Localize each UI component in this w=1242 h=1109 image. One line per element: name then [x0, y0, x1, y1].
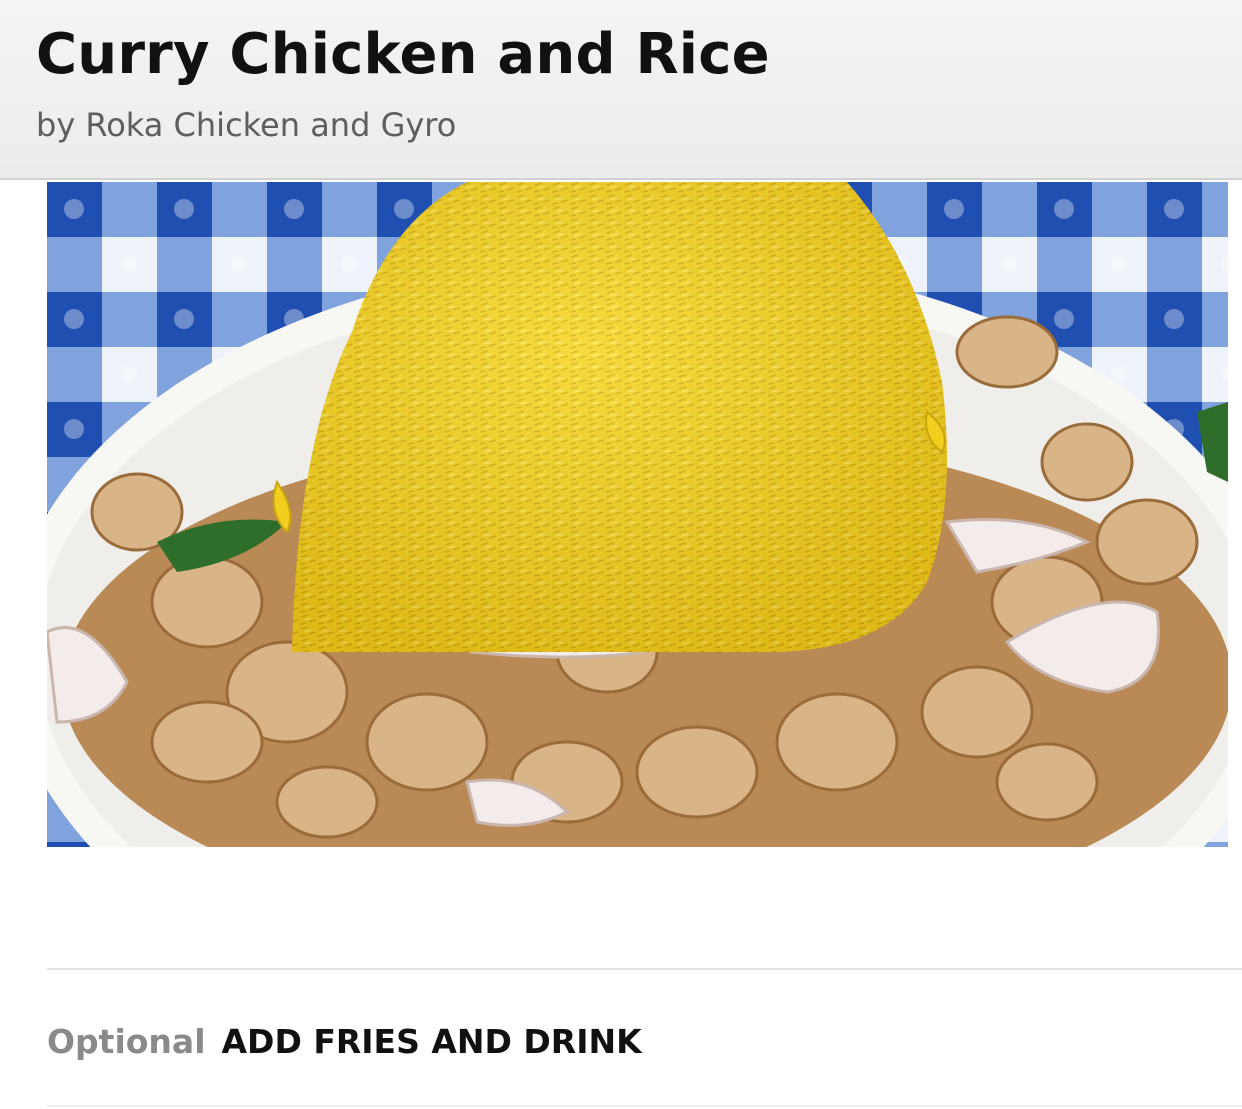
optional-label: Optional: [47, 1022, 206, 1061]
section-divider-bottom: [47, 1105, 1242, 1107]
item-header: Curry Chicken and Rice by Roka Chicken a…: [0, 0, 1242, 180]
option-group-title: ADD FRIES AND DRINK: [221, 1022, 642, 1061]
item-title: Curry Chicken and Rice: [36, 22, 770, 87]
section-divider: [47, 968, 1242, 970]
restaurant-name: by Roka Chicken and Gyro: [36, 106, 457, 144]
option-group-row[interactable]: Optional ADD FRIES AND DRINK: [47, 1022, 642, 1061]
item-photo: [47, 182, 1228, 847]
